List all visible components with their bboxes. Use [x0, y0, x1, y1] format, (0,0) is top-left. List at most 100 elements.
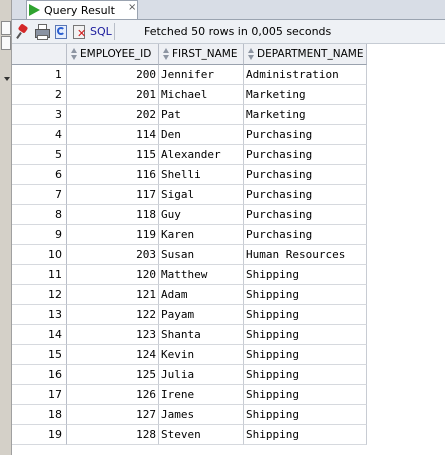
table-row[interactable]: 11 120 Matthew Shipping [12, 265, 367, 285]
cell-department-name[interactable]: Purchasing [244, 185, 367, 205]
cell-employee-id[interactable]: 120 [67, 265, 159, 285]
table-row[interactable]: 4 114 Den Purchasing [12, 125, 367, 145]
cell-first-name[interactable]: Shelli [159, 165, 244, 185]
row-number[interactable]: 2 [12, 85, 67, 105]
column-header-department-name[interactable]: DEPARTMENT_NAME [244, 44, 367, 65]
cell-first-name[interactable]: Adam [159, 285, 244, 305]
row-number[interactable]: 16 [12, 365, 67, 385]
cell-first-name[interactable]: Julia [159, 365, 244, 385]
table-row[interactable]: 14 123 Shanta Shipping [12, 325, 367, 345]
table-row[interactable]: 15 124 Kevin Shipping [12, 345, 367, 365]
cell-employee-id[interactable]: 114 [67, 125, 159, 145]
tab-query-result[interactable]: Query Result × [26, 0, 138, 19]
row-number[interactable]: 3 [12, 105, 67, 125]
sql-button[interactable]: SQL [90, 25, 112, 38]
cell-first-name[interactable]: Karen [159, 225, 244, 245]
table-row[interactable]: 9 119 Karen Purchasing [12, 225, 367, 245]
dropdown-button[interactable] [1, 36, 11, 81]
table-row[interactable]: 12 121 Adam Shipping [12, 285, 367, 305]
table-row[interactable]: 8 118 Guy Purchasing [12, 205, 367, 225]
cell-department-name[interactable]: Shipping [244, 305, 367, 325]
cell-first-name[interactable]: Payam [159, 305, 244, 325]
cell-department-name[interactable]: Shipping [244, 365, 367, 385]
table-row[interactable]: 7 117 Sigal Purchasing [12, 185, 367, 205]
cell-department-name[interactable]: Shipping [244, 265, 367, 285]
table-row[interactable]: 18 127 James Shipping [12, 405, 367, 425]
pin-icon[interactable] [15, 23, 30, 39]
cell-department-name[interactable]: Shipping [244, 405, 367, 425]
cell-department-name[interactable]: Marketing [244, 85, 367, 105]
cell-first-name[interactable]: Jennifer [159, 65, 244, 85]
cell-employee-id[interactable]: 203 [67, 245, 159, 265]
table-row[interactable]: 1 200 Jennifer Administration [12, 65, 367, 85]
table-row[interactable]: 10 203 Susan Human Resources [12, 245, 367, 265]
cell-employee-id[interactable]: 200 [67, 65, 159, 85]
cell-employee-id[interactable]: 117 [67, 185, 159, 205]
row-number[interactable]: 11 [12, 265, 67, 285]
table-row[interactable]: 5 115 Alexander Purchasing [12, 145, 367, 165]
cell-first-name[interactable]: Irene [159, 385, 244, 405]
cell-first-name[interactable]: Kevin [159, 345, 244, 365]
cell-department-name[interactable]: Purchasing [244, 205, 367, 225]
row-number[interactable]: 1 [12, 65, 67, 85]
cell-first-name[interactable]: Susan [159, 245, 244, 265]
cell-department-name[interactable]: Human Resources [244, 245, 367, 265]
column-header-first-name[interactable]: FIRST_NAME [159, 44, 244, 65]
row-number[interactable]: 19 [12, 425, 67, 445]
row-number-header[interactable] [12, 44, 67, 65]
cell-employee-id[interactable]: 118 [67, 205, 159, 225]
table-row[interactable]: 2 201 Michael Marketing [12, 85, 367, 105]
cell-employee-id[interactable]: 126 [67, 385, 159, 405]
table-row[interactable]: 16 125 Julia Shipping [12, 365, 367, 385]
cell-first-name[interactable]: Matthew [159, 265, 244, 285]
cell-first-name[interactable]: Guy [159, 205, 244, 225]
cell-employee-id[interactable]: 116 [67, 165, 159, 185]
row-number[interactable]: 9 [12, 225, 67, 245]
cell-employee-id[interactable]: 121 [67, 285, 159, 305]
row-number[interactable]: 8 [12, 205, 67, 225]
cell-department-name[interactable]: Purchasing [244, 165, 367, 185]
cell-employee-id[interactable]: 123 [67, 325, 159, 345]
table-row[interactable]: 6 116 Shelli Purchasing [12, 165, 367, 185]
cell-employee-id[interactable]: 128 [67, 425, 159, 445]
table-row[interactable]: 17 126 Irene Shipping [12, 385, 367, 405]
close-icon[interactable]: × [128, 2, 136, 13]
row-number[interactable]: 15 [12, 345, 67, 365]
column-header-employee-id[interactable]: EMPLOYEE_ID [67, 44, 159, 65]
print-icon[interactable] [34, 24, 50, 40]
refresh-icon[interactable] [53, 24, 68, 39]
cell-department-name[interactable]: Shipping [244, 325, 367, 345]
cell-employee-id[interactable]: 122 [67, 305, 159, 325]
table-row[interactable]: 19 128 Steven Shipping [12, 425, 367, 445]
row-number[interactable]: 12 [12, 285, 67, 305]
cell-first-name[interactable]: Sigal [159, 185, 244, 205]
table-row[interactable]: 13 122 Payam Shipping [12, 305, 367, 325]
cell-department-name[interactable]: Purchasing [244, 125, 367, 145]
cell-employee-id[interactable]: 115 [67, 145, 159, 165]
cell-employee-id[interactable]: 125 [67, 365, 159, 385]
cell-employee-id[interactable]: 124 [67, 345, 159, 365]
cell-first-name[interactable]: Michael [159, 85, 244, 105]
cell-first-name[interactable]: Den [159, 125, 244, 145]
cell-first-name[interactable]: Pat [159, 105, 244, 125]
cell-department-name[interactable]: Marketing [244, 105, 367, 125]
cell-employee-id[interactable]: 201 [67, 85, 159, 105]
cell-department-name[interactable]: Administration [244, 65, 367, 85]
cell-department-name[interactable]: Shipping [244, 425, 367, 445]
cell-department-name[interactable]: Purchasing [244, 145, 367, 165]
cell-first-name[interactable]: Shanta [159, 325, 244, 345]
row-number[interactable]: 18 [12, 405, 67, 425]
cell-employee-id[interactable]: 202 [67, 105, 159, 125]
table-row[interactable]: 3 202 Pat Marketing [12, 105, 367, 125]
cell-department-name[interactable]: Shipping [244, 385, 367, 405]
row-number[interactable]: 14 [12, 325, 67, 345]
row-number[interactable]: 17 [12, 385, 67, 405]
cell-first-name[interactable]: Steven [159, 425, 244, 445]
cell-employee-id[interactable]: 127 [67, 405, 159, 425]
row-number[interactable]: 4 [12, 125, 67, 145]
minimize-button[interactable] [1, 21, 11, 35]
row-number[interactable]: 5 [12, 145, 67, 165]
cell-department-name[interactable]: Shipping [244, 285, 367, 305]
row-number[interactable]: 10 [12, 245, 67, 265]
row-number[interactable]: 6 [12, 165, 67, 185]
